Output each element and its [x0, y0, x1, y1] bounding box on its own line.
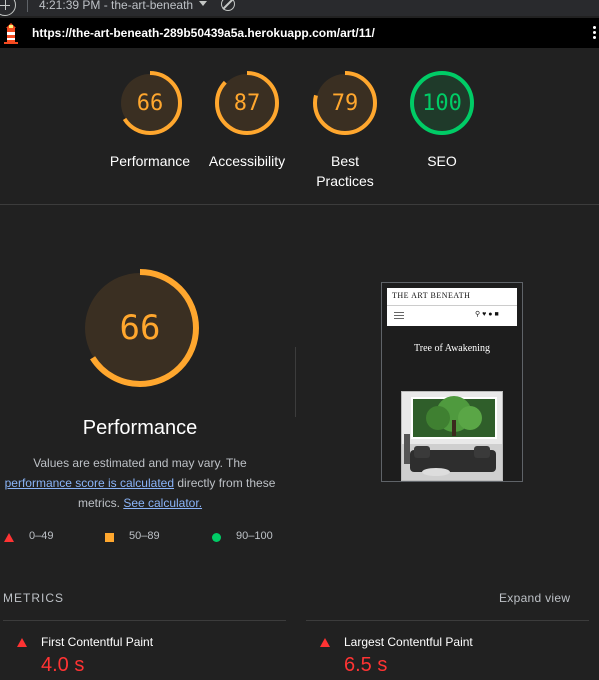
artwork-title: Tree of Awakening	[414, 343, 490, 354]
performance-score: 66	[136, 91, 164, 116]
chevron-down-icon[interactable]	[199, 1, 207, 6]
best-practices-label: Best Practices	[316, 153, 374, 189]
clear-icon[interactable]	[221, 0, 235, 11]
more-options-icon[interactable]	[593, 26, 596, 40]
metrics-divider-right	[306, 620, 589, 621]
site-header: THE ART BENEATH ⚲♥●■	[387, 288, 517, 326]
legend-fail-range: 0–49	[29, 530, 54, 542]
fail-triangle-icon	[4, 533, 14, 542]
hamburger-menu-icon	[394, 312, 404, 319]
accessibility-gauge[interactable]: 87 Accessibility	[209, 70, 285, 171]
pass-circle-icon	[212, 533, 221, 542]
final-screenshot[interactable]: THE ART BENEATH ⚲♥●■ Tree of Awakening	[381, 282, 523, 482]
note-text: Values are estimated and may vary. The	[33, 456, 247, 470]
legend-pass-range: 90–100	[236, 530, 273, 542]
performance-gauge: 66	[78, 266, 202, 390]
header-rule	[387, 305, 517, 306]
seo-score: 100	[422, 91, 462, 116]
metric-lcp-value: 6.5 s	[344, 654, 388, 676]
metrics-divider-left	[3, 620, 286, 621]
performance-gauge[interactable]: 66 Performance	[110, 70, 190, 171]
performance-score: 66	[119, 308, 161, 348]
best-practices-score: 79	[331, 91, 359, 116]
page-url[interactable]: https://the-art-beneath-289b50439a5a.her…	[32, 26, 375, 40]
toolbar-divider	[27, 0, 28, 12]
fcp-fail-icon	[17, 638, 27, 647]
performance-title: Performance	[82, 417, 198, 439]
average-square-icon	[105, 533, 114, 542]
bag-icon: ■	[494, 311, 501, 318]
seo-label: SEO	[427, 153, 457, 169]
vertical-divider	[295, 347, 296, 417]
best-practices-gauge[interactable]: 79 Best Practices	[312, 70, 378, 191]
seo-gauge[interactable]: 100 SEO	[409, 70, 475, 171]
metric-fcp-value: 4.0 s	[41, 654, 85, 676]
section-divider	[0, 204, 599, 205]
url-bar: https://the-art-beneath-289b50439a5a.her…	[0, 18, 599, 48]
note-text-mid: directly from these	[177, 476, 276, 490]
see-calculator-link[interactable]: See calculator.	[123, 496, 202, 510]
accessibility-score: 87	[233, 91, 261, 116]
lighthouse-logo-icon	[4, 23, 18, 44]
score-calculated-link[interactable]: performance score is calculated	[5, 476, 174, 490]
report-selector[interactable]: 4:21:39 PM - the-art-beneath	[39, 0, 193, 12]
expand-view-button[interactable]: Expand view	[499, 591, 570, 605]
artwork-image	[401, 391, 503, 481]
new-report-icon[interactable]	[0, 0, 16, 16]
header-icons: ⚲♥●■	[475, 310, 501, 318]
lcp-fail-icon	[320, 638, 330, 647]
site-brand: THE ART BENEATH	[392, 291, 471, 300]
accessibility-label: Accessibility	[208, 153, 286, 169]
legend-average-range: 50–89	[129, 530, 160, 542]
performance-note: Values are estimated and may vary. The p…	[0, 453, 280, 513]
metric-lcp-name: Largest Contentful Paint	[344, 635, 473, 649]
performance-label: Performance	[109, 153, 191, 169]
note-text-end: metrics.	[77, 496, 120, 510]
metric-fcp-name: First Contentful Paint	[41, 635, 154, 649]
devtools-toolbar: 4:21:39 PM - the-art-beneath	[0, 0, 599, 16]
metrics-heading: METRICS	[3, 591, 64, 605]
